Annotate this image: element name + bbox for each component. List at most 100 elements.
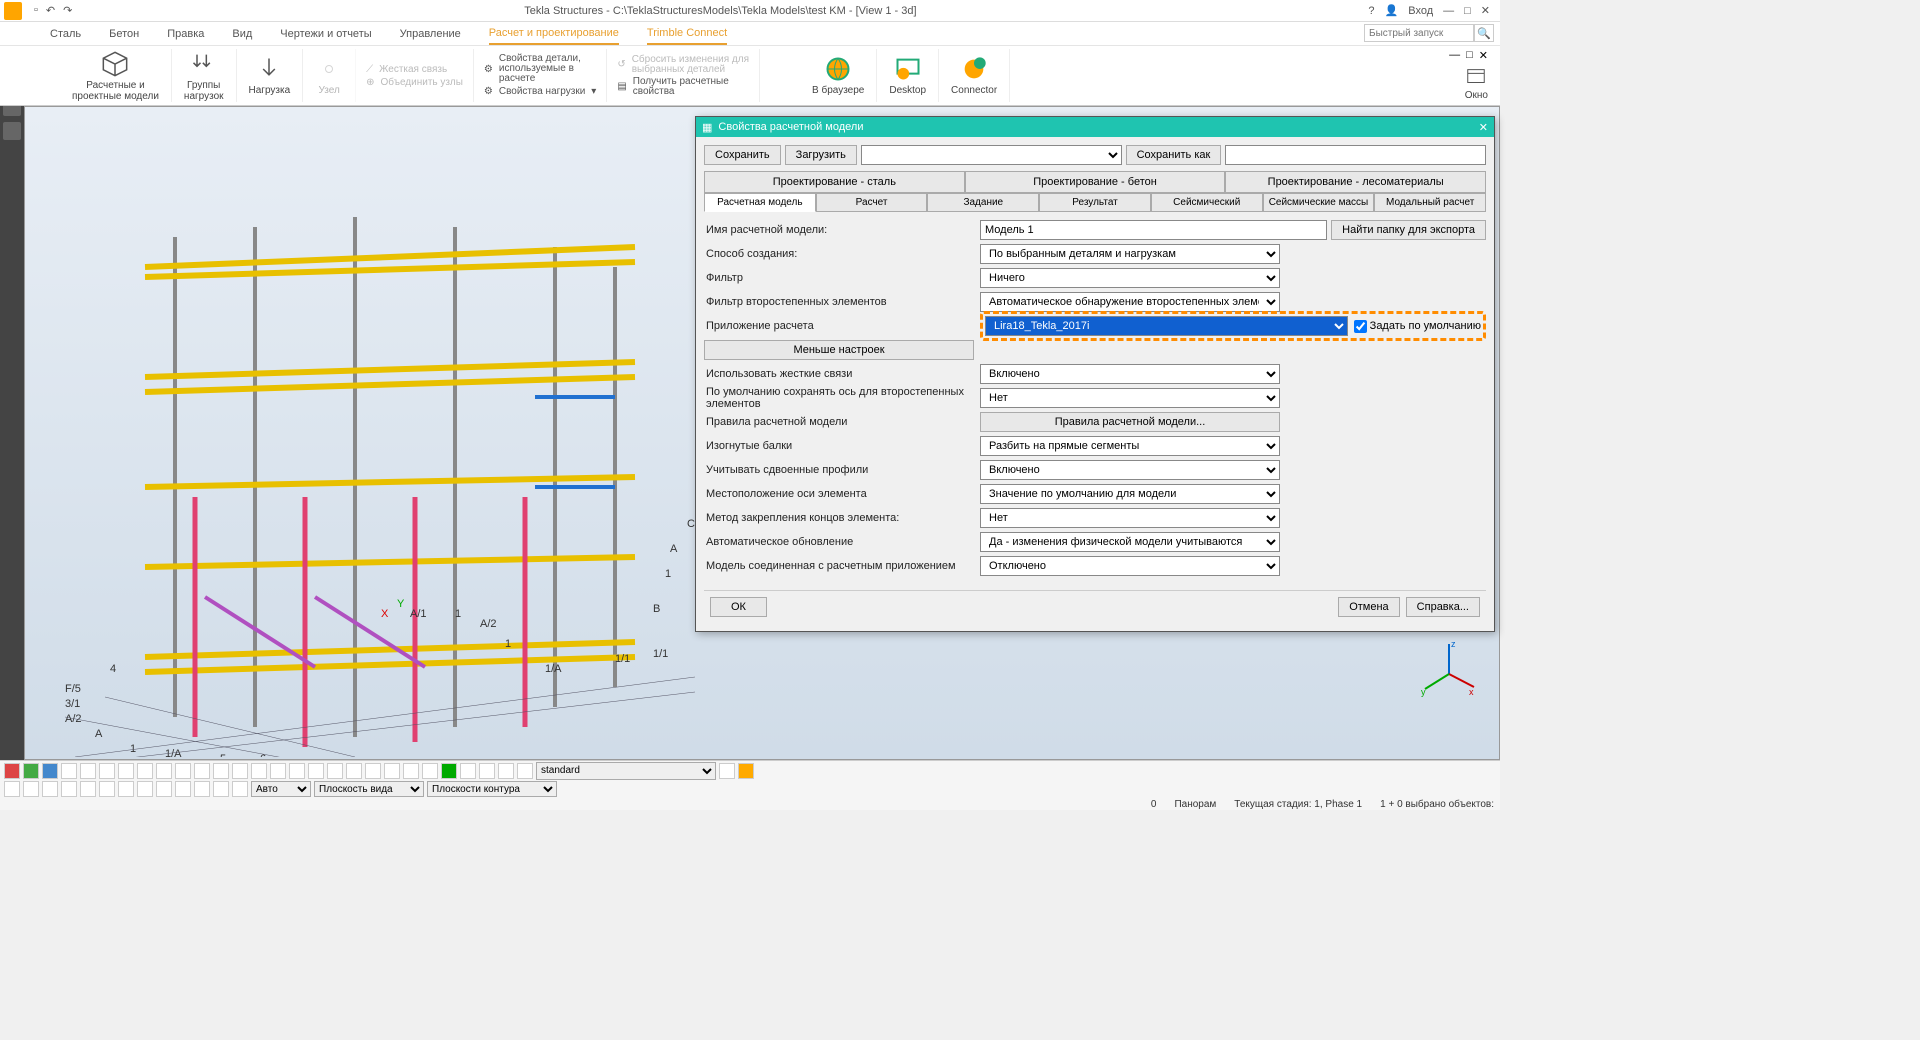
close-icon[interactable]: ✕ — [1481, 4, 1490, 17]
undo-icon[interactable]: ↶ — [46, 4, 55, 17]
snap-icon[interactable] — [175, 781, 191, 797]
preset-select[interactable] — [861, 145, 1122, 165]
tool-icon[interactable] — [194, 763, 210, 779]
rb-window[interactable]: Окно — [1465, 66, 1488, 101]
tab-seismic[interactable]: Сейсмический — [1151, 193, 1263, 212]
quick-launch-input[interactable] — [1364, 24, 1474, 42]
tab-task[interactable]: Задание — [927, 193, 1039, 212]
dialog-title-bar[interactable]: ▦ Свойства расчетной модели ✕ — [696, 117, 1494, 137]
load-button[interactable]: Загрузить — [785, 145, 857, 165]
rb-get-props[interactable]: ▤Получить расчетные свойства — [617, 76, 749, 98]
keep-axis-select[interactable]: Нет — [980, 388, 1280, 408]
tool-icon[interactable] — [99, 763, 115, 779]
tool-icon[interactable] — [517, 763, 533, 779]
twin-select[interactable]: Включено — [980, 460, 1280, 480]
tab-seismic-mass[interactable]: Сейсмические массы — [1263, 193, 1375, 212]
tool-icon[interactable] — [251, 763, 267, 779]
menu-manage[interactable]: Управление — [400, 24, 461, 44]
tab-model[interactable]: Расчетная модель — [704, 193, 816, 212]
tool-icon[interactable] — [441, 763, 457, 779]
contour-plane-select[interactable]: Плоскости контура — [427, 781, 557, 797]
rb-node[interactable]: Узел — [303, 49, 356, 102]
tool-icon[interactable] — [175, 763, 191, 779]
less-settings-button[interactable]: Меньше настроек — [704, 340, 974, 360]
redo-icon[interactable]: ↷ — [63, 4, 72, 17]
tool-icon[interactable] — [365, 763, 381, 779]
tool-icon[interactable] — [422, 763, 438, 779]
rigid-select[interactable]: Включено — [980, 364, 1280, 384]
login-label[interactable]: Вход — [1408, 5, 1433, 17]
tool-icon[interactable] — [23, 763, 39, 779]
snap-icon[interactable] — [213, 781, 229, 797]
dialog-close-icon[interactable]: ✕ — [1479, 121, 1488, 134]
calc-app-select[interactable]: Lira18_Tekla_2017i — [985, 316, 1348, 336]
set-default-checkbox[interactable]: Задать по умолчанию — [1354, 320, 1481, 333]
rb-browser[interactable]: В браузере — [800, 49, 877, 102]
menu-edit[interactable]: Правка — [167, 24, 204, 44]
model-name-input[interactable] — [980, 220, 1327, 240]
snap-icon[interactable] — [156, 781, 172, 797]
snap-icon[interactable] — [194, 781, 210, 797]
tab-design-concrete[interactable]: Проектирование - бетон — [965, 171, 1226, 192]
rb-load-props[interactable]: ⚙Свойства нагрузки▾ — [484, 85, 596, 98]
rules-button[interactable]: Правила расчетной модели... — [980, 412, 1280, 432]
save-icon[interactable]: ▫ — [34, 4, 38, 17]
tool-icon[interactable] — [460, 763, 476, 779]
tool-icon[interactable] — [213, 763, 229, 779]
menu-trimble[interactable]: Trimble Connect — [647, 23, 727, 45]
end-fix-select[interactable]: Нет — [980, 508, 1280, 528]
tool-icon[interactable] — [738, 763, 754, 779]
rb-connector[interactable]: Connector — [939, 49, 1010, 102]
snap-icon[interactable] — [118, 781, 134, 797]
side-tool-4[interactable] — [3, 122, 21, 140]
menu-analysis[interactable]: Расчет и проектирование — [489, 23, 619, 45]
snap-icon[interactable] — [4, 781, 20, 797]
creation-select[interactable]: По выбранным деталям и нагрузкам — [980, 244, 1280, 264]
tool-icon[interactable] — [80, 763, 96, 779]
tool-icon[interactable] — [479, 763, 495, 779]
filter-select[interactable]: Ничего — [980, 268, 1280, 288]
save-as-input[interactable] — [1225, 145, 1486, 165]
tool-icon[interactable] — [118, 763, 134, 779]
view-close-icon[interactable]: ✕ — [1479, 49, 1488, 62]
help-icon[interactable]: ? — [1368, 5, 1374, 17]
standard-select[interactable]: standard — [536, 762, 716, 780]
menu-drawings[interactable]: Чертежи и отчеты — [280, 24, 371, 44]
tool-icon[interactable] — [4, 763, 20, 779]
tool-icon[interactable] — [403, 763, 419, 779]
snap-icon[interactable] — [23, 781, 39, 797]
snap-icon[interactable] — [42, 781, 58, 797]
tool-icon[interactable] — [42, 763, 58, 779]
tab-result[interactable]: Результат — [1039, 193, 1151, 212]
tool-icon[interactable] — [384, 763, 400, 779]
tool-icon[interactable] — [137, 763, 153, 779]
tool-icon[interactable] — [346, 763, 362, 779]
tool-icon[interactable] — [308, 763, 324, 779]
tab-design-timber[interactable]: Проектирование - лесоматериалы — [1225, 171, 1486, 192]
snap-icon[interactable] — [99, 781, 115, 797]
ok-button[interactable]: ОК — [710, 597, 767, 617]
user-icon[interactable]: 👤 — [1385, 4, 1399, 17]
sec-filter-select[interactable]: Автоматическое обнаружение второстепенны… — [980, 292, 1280, 312]
rb-load-groups[interactable]: Группы нагрузок — [172, 49, 237, 102]
save-as-button[interactable]: Сохранить как — [1126, 145, 1222, 165]
curved-select[interactable]: Разбить на прямые сегменты — [980, 436, 1280, 456]
snap-icon[interactable] — [80, 781, 96, 797]
tool-icon[interactable] — [61, 763, 77, 779]
help-button[interactable]: Справка... — [1406, 597, 1480, 617]
cancel-button[interactable]: Отмена — [1338, 597, 1399, 617]
snap-icon[interactable] — [61, 781, 77, 797]
connected-select[interactable]: Отключено — [980, 556, 1280, 576]
snap-icon[interactable] — [232, 781, 248, 797]
menu-steel[interactable]: Сталь — [50, 24, 81, 44]
tab-modal[interactable]: Модальный расчет — [1374, 193, 1486, 212]
auto-select[interactable]: Авто — [251, 781, 311, 797]
menu-view[interactable]: Вид — [232, 24, 252, 44]
tool-icon[interactable] — [719, 763, 735, 779]
view-plane-select[interactable]: Плоскость вида — [314, 781, 424, 797]
rb-desktop[interactable]: Desktop — [877, 49, 939, 102]
tool-icon[interactable] — [232, 763, 248, 779]
tool-icon[interactable] — [289, 763, 305, 779]
view-min-icon[interactable]: — — [1449, 49, 1460, 62]
maximize-icon[interactable]: □ — [1464, 5, 1471, 17]
